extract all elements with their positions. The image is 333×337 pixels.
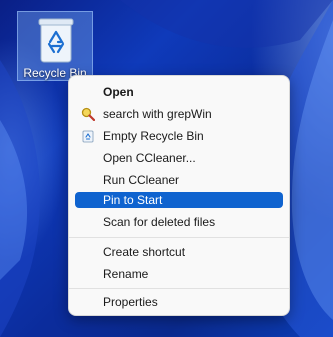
magnifier-icon (81, 107, 95, 121)
menu-separator (69, 237, 289, 238)
recycle-bin-desktop-icon[interactable]: Recycle Bin (17, 11, 93, 81)
menu-item-search-grepwin[interactable]: search with grepWin (75, 104, 283, 124)
menu-item-label: Open CCleaner... (103, 151, 196, 165)
menu-item-scan-deleted-files[interactable]: Scan for deleted files (75, 212, 283, 232)
menu-item-label: search with grepWin (103, 107, 212, 121)
menu-item-open-ccleaner[interactable]: Open CCleaner... (75, 148, 283, 168)
menu-item-rename[interactable]: Rename (75, 264, 283, 284)
menu-item-label: Properties (103, 295, 158, 309)
menu-item-open[interactable]: Open (75, 82, 283, 102)
menu-item-label: Empty Recycle Bin (103, 129, 204, 143)
menu-item-label: Create shortcut (103, 245, 186, 259)
recycle-bin-icon (82, 130, 94, 143)
menu-item-label: Open (103, 85, 134, 99)
menu-item-label: Scan for deleted files (103, 215, 216, 229)
recycle-bin-icon (38, 18, 74, 63)
menu-item-label: Run CCleaner (103, 173, 180, 187)
menu-item-label: Rename (103, 267, 149, 281)
menu-item-pin-to-start[interactable]: Pin to Start (75, 192, 283, 208)
menu-item-create-shortcut[interactable]: Create shortcut (75, 242, 283, 262)
menu-item-empty-recycle-bin[interactable]: Empty Recycle Bin (75, 126, 283, 146)
menu-separator (69, 288, 289, 289)
menu-item-properties[interactable]: Properties (75, 292, 283, 312)
context-menu: Open search with grepWin Empty Recycle B… (68, 75, 290, 316)
menu-item-label: Pin to Start (103, 193, 163, 207)
menu-item-run-ccleaner[interactable]: Run CCleaner (75, 170, 283, 190)
